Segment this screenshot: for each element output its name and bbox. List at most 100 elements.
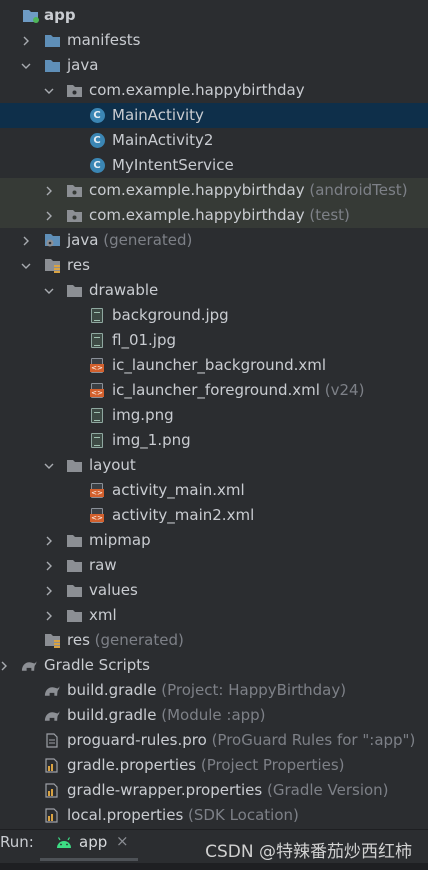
folder-icon	[65, 457, 83, 474]
tree-item-manifests[interactable]: manifests	[0, 28, 428, 53]
tree-item-xml[interactable]: xml	[0, 603, 428, 628]
project-tree: app manifests java com.example.happybirt…	[0, 3, 428, 828]
tree-label: fl_01.jpg	[112, 331, 177, 349]
run-tab-app[interactable]: app ×	[40, 830, 138, 861]
gradle-icon	[43, 707, 61, 724]
properties-icon	[43, 807, 61, 824]
tree-item-proguard[interactable]: proguard-rules.pro (ProGuard Rules for "…	[0, 728, 428, 753]
chevron-right-icon[interactable]	[42, 553, 56, 578]
tree-item-mipmap[interactable]: mipmap	[0, 528, 428, 553]
chevron-right-icon[interactable]	[0, 653, 11, 678]
chevron-right-icon[interactable]	[42, 578, 56, 603]
tree-item-java[interactable]: java	[0, 53, 428, 78]
tree-item-intent-service[interactable]: C MyIntentService	[0, 153, 428, 178]
xml-file-icon	[88, 482, 106, 499]
chevron-down-icon[interactable]	[42, 453, 56, 478]
tree-label: layout	[89, 456, 136, 474]
chevron-right-icon[interactable]	[42, 178, 56, 203]
folder-icon	[65, 532, 83, 549]
module-folder-icon	[21, 7, 39, 24]
tree-label: Gradle Scripts	[44, 656, 150, 674]
tree-item-package-main[interactable]: com.example.happybirthday	[0, 78, 428, 103]
chevron-right-icon[interactable]	[42, 203, 56, 228]
folder-icon	[65, 557, 83, 574]
tree-item-img-1-png[interactable]: img_1.png	[0, 428, 428, 453]
tree-label: res	[67, 256, 90, 274]
folder-icon	[65, 282, 83, 299]
properties-icon	[43, 757, 61, 774]
tree-label: values	[89, 581, 138, 599]
close-icon[interactable]: ×	[116, 832, 129, 850]
chevron-right-icon[interactable]	[42, 528, 56, 553]
package-icon	[65, 182, 83, 199]
tree-label: com.example.happybirthday (androidTest)	[89, 181, 408, 199]
tree-item-res[interactable]: res	[0, 253, 428, 278]
tree-item-layout[interactable]: layout	[0, 453, 428, 478]
tree-item-main-activity2[interactable]: C MainActivity2	[0, 128, 428, 153]
tree-item-ic-launcher-foreground[interactable]: ic_launcher_foreground.xml (v24)	[0, 378, 428, 403]
folder-icon	[43, 57, 61, 74]
generated-folder-icon	[43, 232, 61, 249]
tree-label: build.gradle (Project: HappyBirthday)	[67, 681, 347, 699]
tree-item-gradle-properties[interactable]: gradle.properties (Project Properties)	[0, 753, 428, 778]
class-icon: C	[88, 107, 106, 124]
tree-item-build-gradle-module[interactable]: build.gradle (Module :app)	[0, 703, 428, 728]
class-icon: C	[88, 132, 106, 149]
tree-item-gradle-scripts[interactable]: Gradle Scripts	[0, 653, 428, 678]
tree-label: MainActivity2	[112, 131, 214, 149]
tree-item-main-activity[interactable]: C MainActivity	[0, 103, 428, 128]
tree-item-res-generated[interactable]: res (generated)	[0, 628, 428, 653]
tree-sublabel: (generated)	[103, 231, 193, 249]
tree-item-java-generated[interactable]: java (generated)	[0, 228, 428, 253]
tree-sublabel: (v24)	[324, 381, 365, 399]
resource-folder-icon	[43, 632, 61, 649]
xml-file-icon	[88, 382, 106, 399]
tree-label: gradle-wrapper.properties (Gradle Versio…	[67, 781, 389, 799]
tree-sublabel: (Project Properties)	[200, 756, 345, 774]
tree-item-activity-main2[interactable]: activity_main2.xml	[0, 503, 428, 528]
watermark: CSDN @特辣番茄炒西红柿	[205, 842, 412, 862]
tree-label: activity_main2.xml	[112, 506, 255, 524]
chevron-right-icon[interactable]	[19, 28, 33, 53]
tree-item-values[interactable]: values	[0, 578, 428, 603]
gradle-icon	[43, 682, 61, 699]
tree-sublabel: (ProGuard Rules for ":app")	[211, 731, 416, 749]
tree-sublabel: (androidTest)	[309, 181, 408, 199]
tree-item-package-android-test[interactable]: com.example.happybirthday (androidTest)	[0, 178, 428, 203]
tree-label: raw	[89, 556, 117, 574]
tree-label: java (generated)	[67, 231, 193, 249]
package-icon	[65, 207, 83, 224]
tree-label: MainActivity	[112, 106, 204, 124]
chevron-down-icon[interactable]	[19, 253, 33, 278]
tree-item-build-gradle-project[interactable]: build.gradle (Project: HappyBirthday)	[0, 678, 428, 703]
tree-label: img_1.png	[112, 431, 191, 449]
tree-sublabel: (generated)	[94, 631, 184, 649]
chevron-down-icon[interactable]	[42, 78, 56, 103]
tree-label: activity_main.xml	[112, 481, 245, 499]
tree-item-local-properties[interactable]: local.properties (SDK Location)	[0, 803, 428, 828]
chevron-right-icon[interactable]	[42, 603, 56, 628]
chevron-right-icon[interactable]	[19, 228, 33, 253]
tree-item-app[interactable]: app	[0, 3, 428, 28]
tree-item-activity-main[interactable]: activity_main.xml	[0, 478, 428, 503]
tree-item-img-png[interactable]: img.png	[0, 403, 428, 428]
folder-icon	[43, 32, 61, 49]
tree-item-raw[interactable]: raw	[0, 553, 428, 578]
tree-item-package-test[interactable]: com.example.happybirthday (test)	[0, 203, 428, 228]
tree-sublabel: (Module :app)	[161, 706, 266, 724]
tree-label: xml	[89, 606, 117, 624]
chevron-down-icon[interactable]	[42, 278, 56, 303]
tree-item-background-jpg[interactable]: background.jpg	[0, 303, 428, 328]
tree-item-ic-launcher-background[interactable]: ic_launcher_background.xml	[0, 353, 428, 378]
tree-label: manifests	[67, 31, 141, 49]
properties-icon	[43, 782, 61, 799]
tree-item-fl-01-jpg[interactable]: fl_01.jpg	[0, 328, 428, 353]
tree-item-drawable[interactable]: drawable	[0, 278, 428, 303]
tree-label: com.example.happybirthday (test)	[89, 206, 350, 224]
tree-item-gradle-wrapper[interactable]: gradle-wrapper.properties (Gradle Versio…	[0, 778, 428, 803]
tree-sublabel: (SDK Location)	[188, 806, 299, 824]
chevron-down-icon[interactable]	[19, 53, 33, 78]
run-tool-bar: Run: app × CSDN @特辣番茄炒西红柿	[0, 829, 428, 870]
tree-label: img.png	[112, 406, 174, 424]
tree-label: ic_launcher_foreground.xml (v24)	[112, 381, 365, 399]
